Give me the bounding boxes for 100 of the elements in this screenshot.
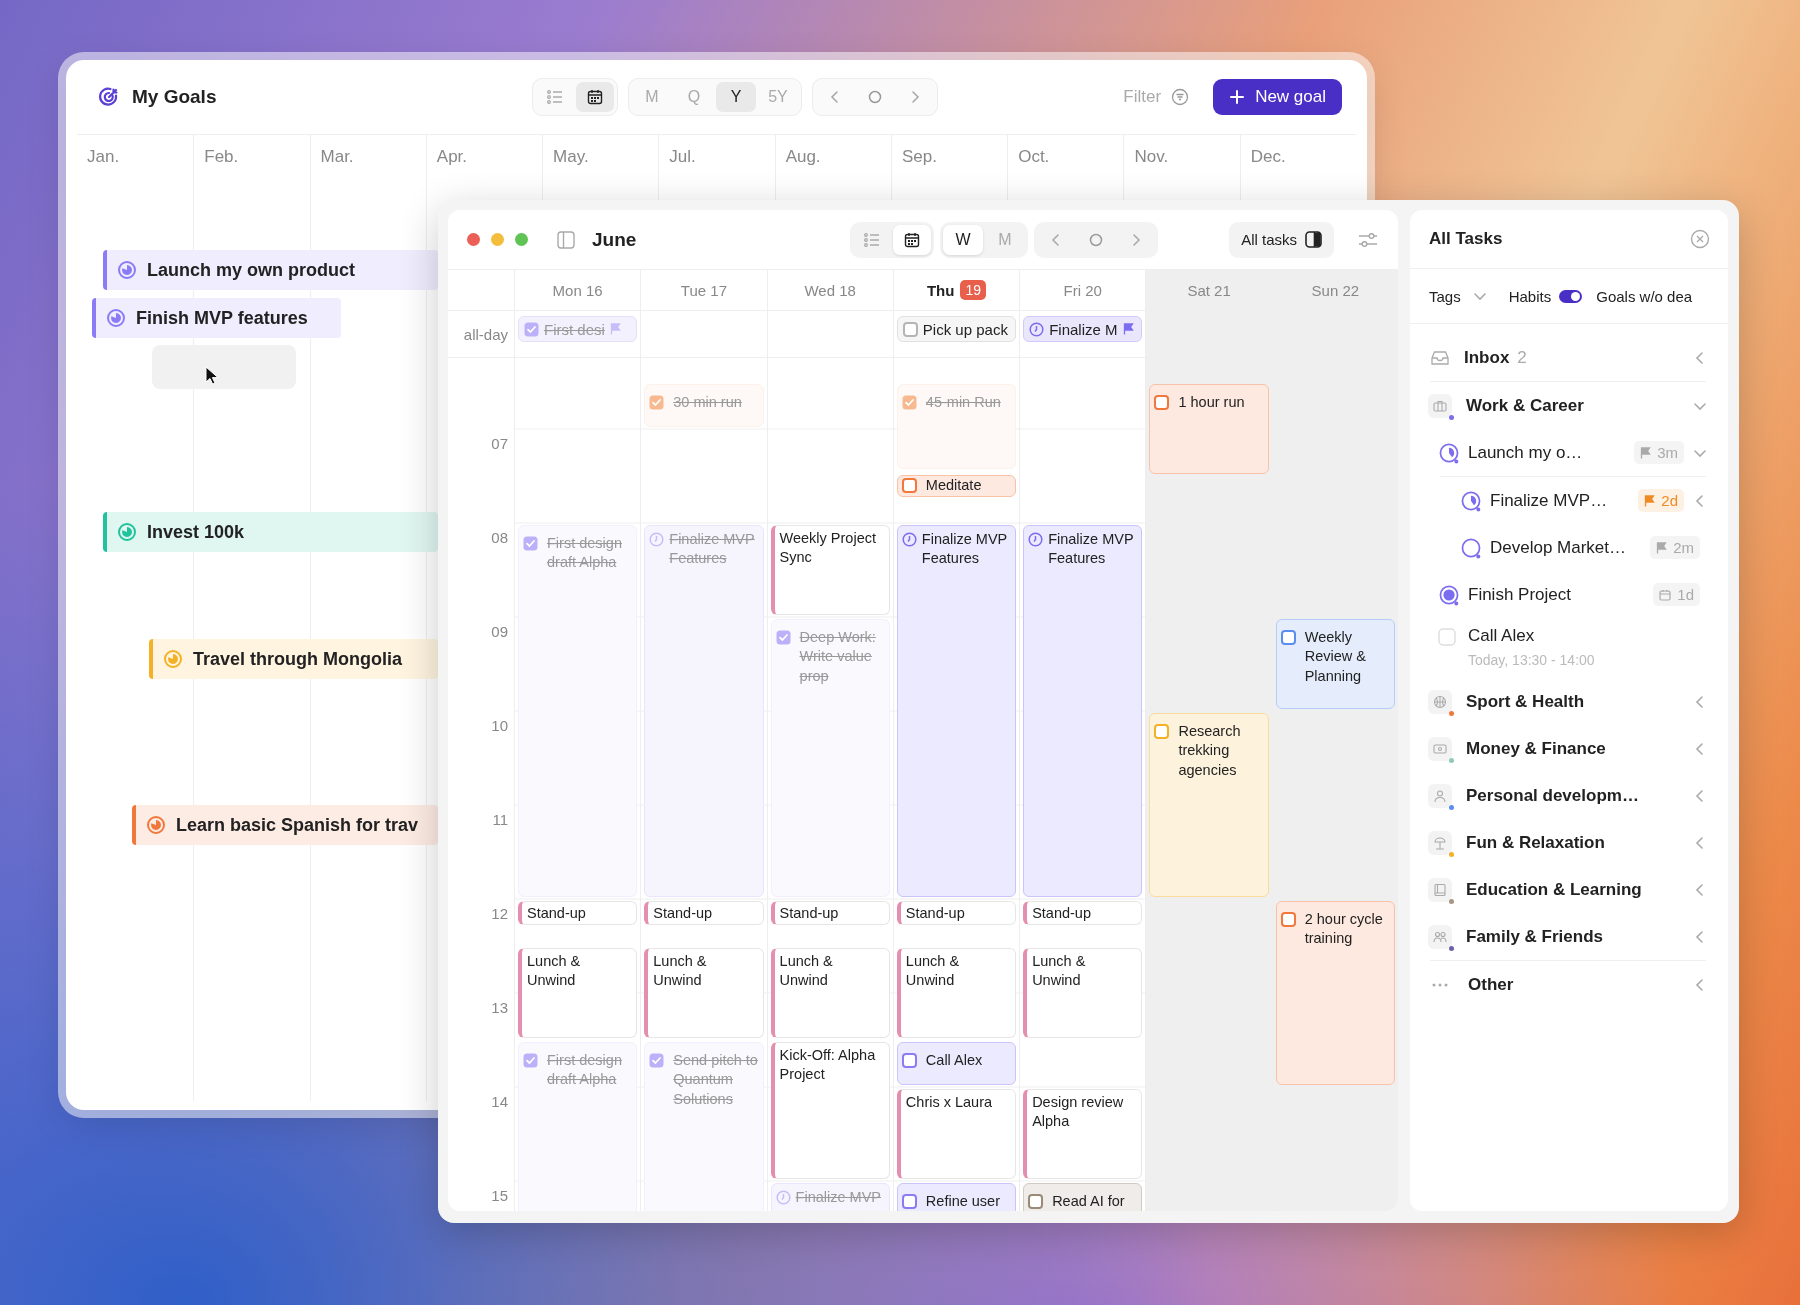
settings-icon[interactable]: [1358, 230, 1378, 249]
day-label: Fri 20: [1063, 281, 1102, 299]
chevron-left-icon: [1695, 694, 1705, 709]
checkbox[interactable]: [1154, 723, 1170, 739]
event-card[interactable]: Stand-up: [644, 900, 764, 925]
task-block[interactable]: 1 hour run: [1149, 383, 1269, 474]
checkbox[interactable]: [902, 321, 918, 337]
checkbox[interactable]: [901, 1052, 917, 1068]
task-block[interactable]: Meditate: [896, 474, 1017, 497]
event-card[interactable]: Stand-up: [896, 900, 1017, 925]
month-label: Nov.: [1134, 147, 1169, 166]
task-block[interactable]: Research trekking agencies: [1149, 712, 1269, 897]
goals-filter-label[interactable]: Goals w/o dea: [1596, 287, 1693, 305]
event-card[interactable]: Stand-up: [1023, 900, 1143, 925]
month-label: Jan.: [87, 147, 120, 166]
chevron-right-icon: [1131, 232, 1141, 247]
item-count: 2: [1517, 347, 1527, 368]
task-block[interactable]: Refine user: [896, 1182, 1017, 1211]
habits-toggle[interactable]: [1559, 289, 1583, 303]
goal-bar[interactable]: Launch my own product: [103, 250, 438, 290]
close-button[interactable]: [467, 233, 480, 246]
event-title: Lunch & Unwind: [905, 951, 961, 991]
event-card[interactable]: Chris x Laura: [896, 1088, 1017, 1179]
task-block[interactable]: 2 hour cycle training: [1275, 900, 1395, 1085]
month-label: Aug.: [785, 147, 821, 166]
goal-block[interactable]: Finalize MVP Features: [1023, 524, 1143, 897]
checked-checkbox[interactable]: [524, 321, 539, 337]
task-block[interactable]: Call Alex: [896, 1041, 1017, 1085]
checkbox[interactable]: [1280, 911, 1296, 927]
progress-ring-icon: [146, 815, 166, 835]
checked-checkbox[interactable]: [523, 535, 538, 551]
task-title[interactable]: Call Alex: [1468, 626, 1595, 646]
event-card[interactable]: Lunch & Unwind: [644, 947, 764, 1038]
goal-bar[interactable]: Learn basic Spanish for trav: [132, 805, 438, 845]
event-card[interactable]: Design review Alpha: [1023, 1088, 1143, 1179]
event-card[interactable]: Lunch & Unwind: [896, 947, 1017, 1038]
panel-icon: [1305, 231, 1322, 248]
goal-title[interactable]: Launch my o…: [1468, 442, 1583, 463]
all-day-item[interactable]: Pick up pack: [896, 316, 1017, 342]
checked-checkbox[interactable]: [649, 394, 665, 410]
goal-title[interactable]: Finalize MVP…: [1490, 490, 1608, 511]
goal-bar[interactable]: Travel through Mongolia: [149, 639, 438, 679]
progress-ring-icon: [117, 260, 137, 280]
checkbox[interactable]: [1280, 629, 1296, 645]
minimize-button[interactable]: [491, 233, 504, 246]
task-block[interactable]: Weekly Review & Planning: [1275, 618, 1395, 709]
new-goal-button[interactable]: New goal: [1213, 79, 1342, 115]
checked-checkbox[interactable]: [649, 1052, 665, 1068]
hour-label: 09: [491, 622, 508, 640]
event-title: Stand-up: [905, 903, 965, 922]
month-label: Apr.: [436, 147, 468, 166]
all-day-item[interactable]: Finalize M: [1023, 316, 1143, 342]
checkbox[interactable]: [1028, 1193, 1044, 1209]
hour-label: 15: [491, 1186, 508, 1204]
goal-bar[interactable]: Invest 100k: [103, 512, 438, 552]
category-title[interactable]: Work & Career: [1466, 395, 1584, 416]
close-icon[interactable]: [1690, 229, 1710, 249]
event-card[interactable]: Lunch & Unwind: [1023, 947, 1143, 1038]
tags-dropdown[interactable]: Tags: [1429, 287, 1487, 305]
checkbox[interactable]: [901, 1193, 917, 1209]
checked-checkbox[interactable]: [523, 1052, 538, 1068]
event-title: Kick-Off: Alpha Project: [779, 1045, 877, 1085]
view-tab[interactable]: [576, 82, 614, 112]
event-card[interactable]: Lunch & Unwind: [518, 947, 638, 1038]
category-title[interactable]: Money & Finance: [1466, 738, 1606, 759]
today-badge: 19: [960, 280, 987, 300]
event-card[interactable]: Stand-up: [770, 900, 890, 925]
event-card[interactable]: Weekly Project Sync: [770, 524, 890, 615]
category-title[interactable]: Fun & Relaxation: [1466, 832, 1605, 853]
goal-title[interactable]: Finish Project: [1468, 584, 1571, 605]
category-title[interactable]: Education & Learning: [1466, 879, 1642, 900]
category-title[interactable]: Family & Friends: [1466, 926, 1603, 947]
task-block[interactable]: Read AI for: [1023, 1182, 1143, 1211]
period-tab[interactable]: Y: [716, 82, 756, 112]
event-card[interactable]: Stand-up: [518, 900, 638, 925]
all-tasks-button[interactable]: All tasks: [1229, 221, 1334, 258]
event-title: Stand-up: [1032, 903, 1091, 922]
all-day-label: all-day: [463, 325, 508, 343]
sidebar-icon[interactable]: [557, 230, 575, 249]
period-tab[interactable]: W: [943, 224, 983, 255]
goal-bar[interactable]: Finish MVP features: [92, 298, 341, 338]
person-icon: [1433, 788, 1447, 803]
plus-icon: [1229, 89, 1246, 105]
event-card[interactable]: Kick-Off: Alpha Project: [770, 1041, 890, 1179]
checkbox[interactable]: [1154, 394, 1170, 410]
section-title[interactable]: Other: [1468, 974, 1514, 995]
section-title[interactable]: Inbox: [1464, 347, 1510, 368]
view-tab[interactable]: [893, 224, 931, 255]
goal-title[interactable]: Develop Market…: [1490, 537, 1627, 558]
goal-block[interactable]: Finalize MVP Features: [896, 524, 1017, 897]
event-card[interactable]: Lunch & Unwind: [770, 947, 890, 1038]
event-title: First design draft Alpha: [547, 533, 623, 573]
event-title: Finalize MVP Features: [669, 529, 756, 569]
checked-checkbox[interactable]: [775, 629, 791, 645]
checkbox[interactable]: [901, 477, 917, 493]
event-title: Meditate: [925, 476, 982, 495]
zoom-button[interactable]: [515, 233, 528, 246]
checked-checkbox[interactable]: [901, 394, 917, 410]
category-title[interactable]: Sport & Health: [1466, 691, 1585, 712]
category-title[interactable]: Personal developm…: [1466, 785, 1639, 806]
